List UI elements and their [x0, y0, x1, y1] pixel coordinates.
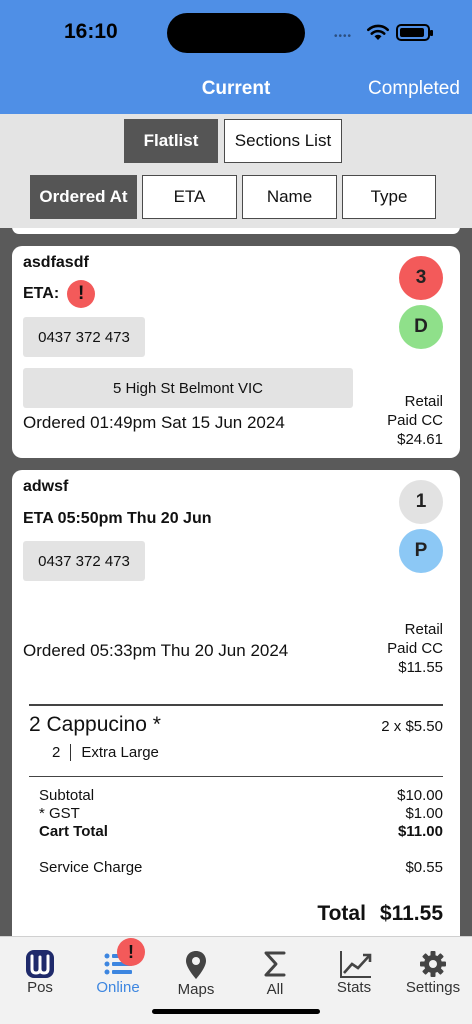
item-modifier: 2 Extra Large [52, 744, 159, 761]
tab-current[interactable]: Current [160, 78, 312, 100]
item-name: 2 Cappucino * [29, 713, 161, 736]
sections-list-button[interactable]: Sections List [224, 119, 342, 163]
eta-line: ETA: ! [23, 280, 96, 308]
tab-online-label: Online [96, 979, 140, 996]
payment-status: Paid CC [387, 640, 443, 657]
eta-label: ETA: [23, 285, 60, 302]
total-label: Total [317, 902, 366, 925]
modifier-name: Extra Large [81, 744, 159, 761]
online-alert-badge: ! [117, 938, 145, 966]
sort-type-button[interactable]: Type [342, 175, 436, 219]
service-charge-value: $0.55 [405, 859, 443, 876]
sigma-icon [264, 951, 286, 977]
service-charge-row: Service Charge $0.55 [39, 859, 443, 877]
map-pin-icon [186, 951, 206, 979]
status-time: 16:10 [64, 20, 118, 43]
wifi-icon [367, 24, 389, 40]
eta-alert-icon: ! [67, 280, 96, 308]
total-value: $11.55 [379, 902, 443, 925]
battery-icon [396, 24, 433, 41]
item-price: 2 x $5.50 [381, 718, 443, 735]
cart-total-row: Cart Total $11.00 [39, 823, 443, 841]
delivery-type-badge: D [399, 305, 443, 349]
modifier-divider [70, 744, 72, 761]
payment-info: Retail Paid CC $11.55 [387, 620, 443, 677]
flatlist-button[interactable]: Flatlist [124, 119, 218, 163]
ordered-time: Ordered 01:49pm Sat 15 Jun 2024 [23, 413, 285, 432]
tab-completed[interactable]: Completed [356, 78, 472, 100]
payment-status: Paid CC [387, 412, 443, 429]
subtotal-label: Subtotal [39, 787, 95, 804]
top-header: 16:10 •••• Current Completed [0, 0, 472, 114]
previous-card-edge [12, 228, 460, 234]
order-amount: $11.55 [398, 659, 443, 676]
tab-maps[interactable]: Maps [157, 937, 235, 1007]
ordered-time: Ordered 05:33pm Thu 20 Jun 2024 [23, 641, 289, 660]
order-type: Retail [404, 621, 443, 638]
order-card[interactable]: asdfasdf ETA: ! 0437 372 473 5 High St B… [12, 246, 460, 458]
divider [29, 776, 443, 777]
cart-total-label: Cart Total [39, 823, 108, 840]
service-charge-label: Service Charge [39, 859, 143, 876]
tab-stats-label: Stats [336, 979, 372, 996]
modifier-qty: 2 [52, 744, 61, 761]
address-chip[interactable]: 5 High St Belmont VIC [23, 368, 353, 408]
tab-all[interactable]: All [236, 937, 314, 1007]
tab-maps-label: Maps [177, 981, 215, 998]
status-icons: •••• [334, 22, 434, 44]
order-type: Retail [404, 393, 443, 410]
tab-settings-label: Settings [405, 979, 461, 996]
gear-icon [420, 951, 446, 977]
order-card[interactable]: adwsf ETA 05:50pm Thu 20 Jun 0437 372 47… [12, 470, 460, 936]
pickup-type-badge: P [399, 529, 443, 573]
tab-pos-label: Pos [27, 979, 53, 996]
tab-stats[interactable]: Stats [315, 937, 393, 1007]
phone-chip[interactable]: 0437 372 473 [23, 541, 145, 581]
eta-line: ETA 05:50pm Thu 20 Jun [23, 510, 212, 527]
filter-panel: Flatlist Sections List Ordered At ETA Na… [0, 114, 472, 228]
gst-row: * GST $1.00 [39, 805, 443, 823]
pos-logo-icon [26, 950, 54, 978]
gst-value: $1.00 [405, 805, 443, 822]
order-amount: $24.61 [397, 431, 443, 448]
sort-eta-button[interactable]: ETA [142, 175, 237, 219]
cellular-icon: •••• [334, 31, 353, 42]
customer-name: asdfasdf [23, 254, 89, 271]
gst-label: * GST [39, 805, 80, 822]
phone-chip[interactable]: 0437 372 473 [23, 317, 145, 357]
subtotal-value: $10.00 [397, 787, 443, 804]
item-count-badge: 1 [399, 480, 443, 524]
item-count-badge: 3 [399, 256, 443, 300]
chart-line-icon [340, 951, 372, 978]
home-indicator [152, 1009, 320, 1014]
tab-all-label: All [266, 981, 284, 998]
grand-total-row: Total $11.55 [317, 902, 443, 926]
subtotal-row: Subtotal $10.00 [39, 787, 443, 805]
order-list[interactable]: asdfasdf ETA: ! 0437 372 473 5 High St B… [0, 228, 472, 936]
tab-pos[interactable]: Pos [1, 937, 79, 1007]
sort-ordered-at-button[interactable]: Ordered At [30, 175, 137, 219]
customer-name: adwsf [23, 478, 69, 495]
tab-settings[interactable]: Settings [394, 937, 472, 1007]
sort-name-button[interactable]: Name [242, 175, 337, 219]
divider [29, 704, 443, 706]
dynamic-island [167, 13, 305, 53]
cart-total-value: $11.00 [397, 823, 443, 840]
payment-info: Retail Paid CC $24.61 [387, 392, 443, 449]
